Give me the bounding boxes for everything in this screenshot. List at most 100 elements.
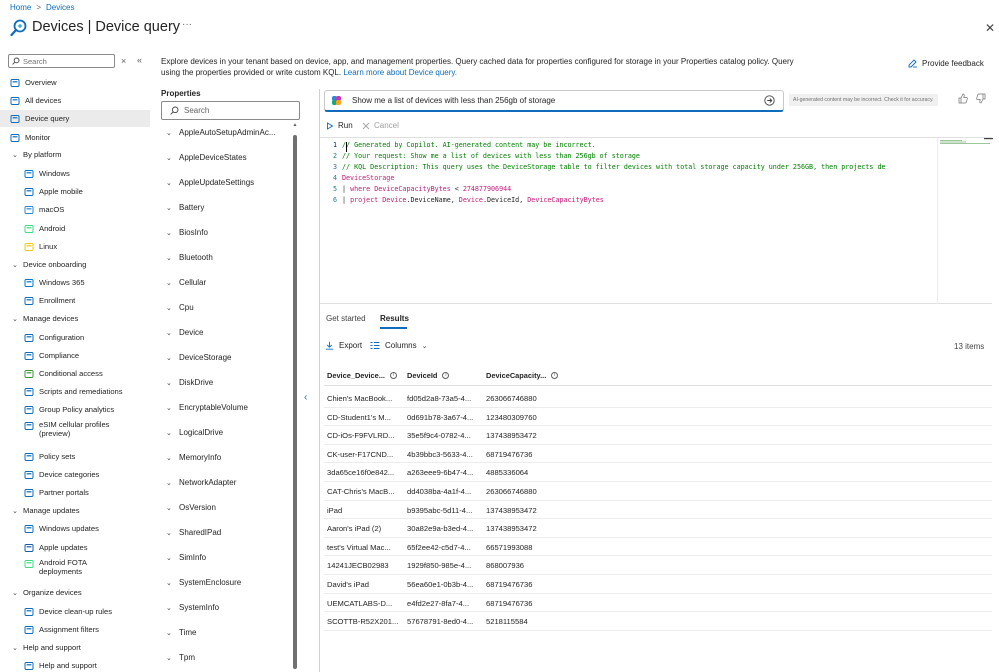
sidebar-item-overview[interactable]: Overview xyxy=(0,74,150,91)
tab-get-started[interactable]: Get started xyxy=(326,314,366,323)
sidebar-item-assignment-filters[interactable]: Assignment filters xyxy=(0,621,150,638)
tab-results[interactable]: Results xyxy=(380,314,409,323)
sidebar-item-scripts-and-remediations[interactable]: Scripts and remediations xyxy=(0,383,150,400)
property-sharedipad[interactable]: ⌄ SharedIPad xyxy=(166,528,221,537)
submit-arrow-icon[interactable] xyxy=(764,95,775,106)
sidebar-item-device-categories[interactable]: Device categories xyxy=(0,466,150,483)
sidebar-item-android-fota-deployments[interactable]: Android FOTA deployments xyxy=(0,558,150,582)
property-cpu[interactable]: ⌄ Cpu xyxy=(166,303,194,312)
table-row[interactable]: Aaron's iPad (2) 30a82e9a-b3ed-4... 137438… xyxy=(324,519,992,538)
sidebar-item-policy-sets[interactable]: Policy sets xyxy=(0,448,150,465)
sidebar-item-windows-updates[interactable]: Windows updates xyxy=(0,520,150,537)
close-button[interactable]: ✕ xyxy=(985,21,995,35)
run-button[interactable]: Run xyxy=(326,121,353,130)
export-button[interactable]: Export xyxy=(325,341,362,350)
sidebar-item-configuration[interactable]: Configuration xyxy=(0,329,150,346)
sidebar-item-manage-updates[interactable]: ⌄ Manage updates xyxy=(0,502,150,519)
properties-scrollbar-thumb[interactable] xyxy=(293,135,297,669)
table-row[interactable]: iPad b9395abc-5d11-4... 137438953472 xyxy=(324,501,992,520)
sidebar-item-organize-devices[interactable]: ⌄ Organize devices xyxy=(0,584,150,601)
sidebar-item-device-clean-up-rules[interactable]: Device clean-up rules xyxy=(0,603,150,620)
sidebar-item-device-onboarding[interactable]: ⌄ Device onboarding xyxy=(0,256,150,273)
chevron-down-icon: ⌄ xyxy=(166,404,172,412)
table-row[interactable]: CD-Student1's M... 0d691b78-3a67-4... 1234… xyxy=(324,408,992,427)
info-icon[interactable]: i xyxy=(442,372,450,379)
property-appledevicestates[interactable]: ⌄ AppleDeviceStates xyxy=(166,153,247,162)
table-row[interactable]: CAT-Chris's MacB... dd4038ba-4a1f-4... 263… xyxy=(324,482,992,501)
sidebar-item-enrollment[interactable]: Enrollment xyxy=(0,292,150,309)
property-systemenclosure[interactable]: ⌄ SystemEnclosure xyxy=(166,578,241,587)
property-logicaldrive[interactable]: ⌄ LogicalDrive xyxy=(166,428,223,437)
more-options-button[interactable]: ··· xyxy=(182,19,192,30)
table-row[interactable]: test's Virtual Mac... 65f2ee42-c5d7-4... 6… xyxy=(324,538,992,557)
table-row[interactable]: CD-iOs-F9FVLRD... 35e5f9c4-0782-4... 13743… xyxy=(324,426,992,445)
property-networkadapter[interactable]: ⌄ NetworkAdapter xyxy=(166,478,236,487)
sidebar-item-compliance[interactable]: Compliance xyxy=(0,347,150,364)
table-row[interactable]: CK-user-F17CND... 4b39bbc3-5633-4... 68719… xyxy=(324,445,992,464)
kql-editor[interactable]: 1 // Generated by Copilot. AI-generated c… xyxy=(320,137,992,304)
info-icon[interactable]: i xyxy=(389,372,397,379)
property-appleupdatesettings[interactable]: ⌄ AppleUpdateSettings xyxy=(166,178,254,187)
sidebar-item-manage-devices[interactable]: ⌄ Manage devices xyxy=(0,310,150,327)
columns-button[interactable]: Columns ⌄ xyxy=(370,341,427,350)
property-memoryinfo[interactable]: ⌄ MemoryInfo xyxy=(166,453,221,462)
property-encryptablevolume[interactable]: ⌄ EncryptableVolume xyxy=(166,403,248,412)
sidebar-item-label: Group Policy analytics xyxy=(39,405,115,414)
sidebar-item-by-platform[interactable]: ⌄ By platform xyxy=(0,146,150,163)
column-header[interactable]: Device_Device... i xyxy=(327,371,397,380)
sidebar-item-partner-portals[interactable]: Partner portals xyxy=(0,484,150,501)
thumbs-up-icon[interactable] xyxy=(958,93,968,104)
sidebar-item-esim-cellular-profiles-preview[interactable]: eSIM cellular profiles (preview) xyxy=(0,420,150,444)
sidebar-item-apple-mobile[interactable]: Apple mobile xyxy=(0,183,150,200)
editor-minimap[interactable] xyxy=(937,138,993,304)
property-biosinfo[interactable]: ⌄ BiosInfo xyxy=(166,228,208,237)
sidebar-item-help-and-support[interactable]: ⌄ Help and support xyxy=(0,639,150,656)
property-osversion[interactable]: ⌄ OsVersion xyxy=(166,503,216,512)
property-bluetooth[interactable]: ⌄ Bluetooth xyxy=(166,253,213,262)
table-row[interactable]: David's iPad 56ea60e1-0b3b-4... 6871947673… xyxy=(324,575,992,594)
line-number: 3 xyxy=(332,163,337,171)
property-appleautosetupadminac[interactable]: ⌄ AppleAutoSetupAdminAc... xyxy=(166,128,276,137)
table-row[interactable]: 3da65ce16f0e842... a263eee9-6b47-4... 4885… xyxy=(324,463,992,482)
sidebar-item-windows-365[interactable]: Windows 365 xyxy=(0,274,150,291)
property-time[interactable]: ⌄ Time xyxy=(166,628,196,637)
sidebar-item-conditional-access[interactable]: Conditional access xyxy=(0,365,150,382)
property-diskdrive[interactable]: ⌄ DiskDrive xyxy=(166,378,213,387)
learn-more-link[interactable]: Learn more about Device query. xyxy=(343,68,457,77)
sidebar-item-all-devices[interactable]: All devices xyxy=(0,92,150,109)
sidebar-item-windows[interactable]: Windows xyxy=(0,165,150,182)
property-battery[interactable]: ⌄ Battery xyxy=(166,203,204,212)
table-row[interactable]: UEMCATLABS-D... e4fd2e27-8fa7-4... 6871947… xyxy=(324,594,992,613)
table-cell: e4fd2e27-8fa7-4... xyxy=(407,598,470,608)
breadcrumb-home[interactable]: Home xyxy=(10,3,31,12)
sidebar-item-monitor[interactable]: Monitor xyxy=(0,129,150,146)
sidebar-item-help-and-support[interactable]: Help and support xyxy=(0,657,150,672)
sidebar-item-linux[interactable]: Linux xyxy=(0,238,150,255)
info-icon[interactable]: i xyxy=(551,372,559,379)
table-row[interactable]: Chien's MacBook... fd05d2a8-73a5-4... 2630… xyxy=(324,389,992,408)
sidebar-item-label: eSIM cellular profiles (preview) xyxy=(39,420,110,438)
properties-search-input[interactable]: Search xyxy=(161,101,300,120)
sidebar-item-group-policy-analytics[interactable]: Group Policy analytics xyxy=(0,401,150,418)
property-devicestorage[interactable]: ⌄ DeviceStorage xyxy=(166,353,231,362)
provide-feedback-button[interactable]: Provide feedback xyxy=(907,58,984,69)
table-row[interactable]: 14241JECB02983 1929f850-985e-4... 86800793… xyxy=(324,556,992,575)
chevron-left-icon[interactable]: ‹ xyxy=(304,392,307,403)
property-siminfo[interactable]: ⌄ SimInfo xyxy=(166,553,206,562)
sidebar-item-android[interactable]: Android xyxy=(0,220,150,237)
sidebar-item-apple-updates[interactable]: Apple updates xyxy=(0,539,150,556)
thumbs-down-icon[interactable] xyxy=(976,93,986,104)
cancel-button[interactable]: Cancel xyxy=(362,121,399,130)
column-header[interactable]: DeviceId i xyxy=(407,371,450,380)
property-tpm[interactable]: ⌄ Tpm xyxy=(166,653,195,662)
property-device[interactable]: ⌄ Device xyxy=(166,328,203,337)
copilot-prompt-input[interactable]: Show me a list of devices with less than… xyxy=(324,90,784,112)
property-cellular[interactable]: ⌄ Cellular xyxy=(166,278,206,287)
android-update-icon xyxy=(24,559,34,569)
column-header[interactable]: DeviceCapacity... i xyxy=(486,371,559,380)
sidebar-item-device-query[interactable]: Device query xyxy=(0,110,150,127)
property-systeminfo[interactable]: ⌄ SystemInfo xyxy=(166,603,219,612)
table-row[interactable]: SCOTTB-R52X201... 57678791-8ed0-4... 52181… xyxy=(324,612,992,631)
sidebar-item-macos[interactable]: macOS xyxy=(0,201,150,218)
breadcrumb-devices[interactable]: Devices xyxy=(46,3,74,12)
